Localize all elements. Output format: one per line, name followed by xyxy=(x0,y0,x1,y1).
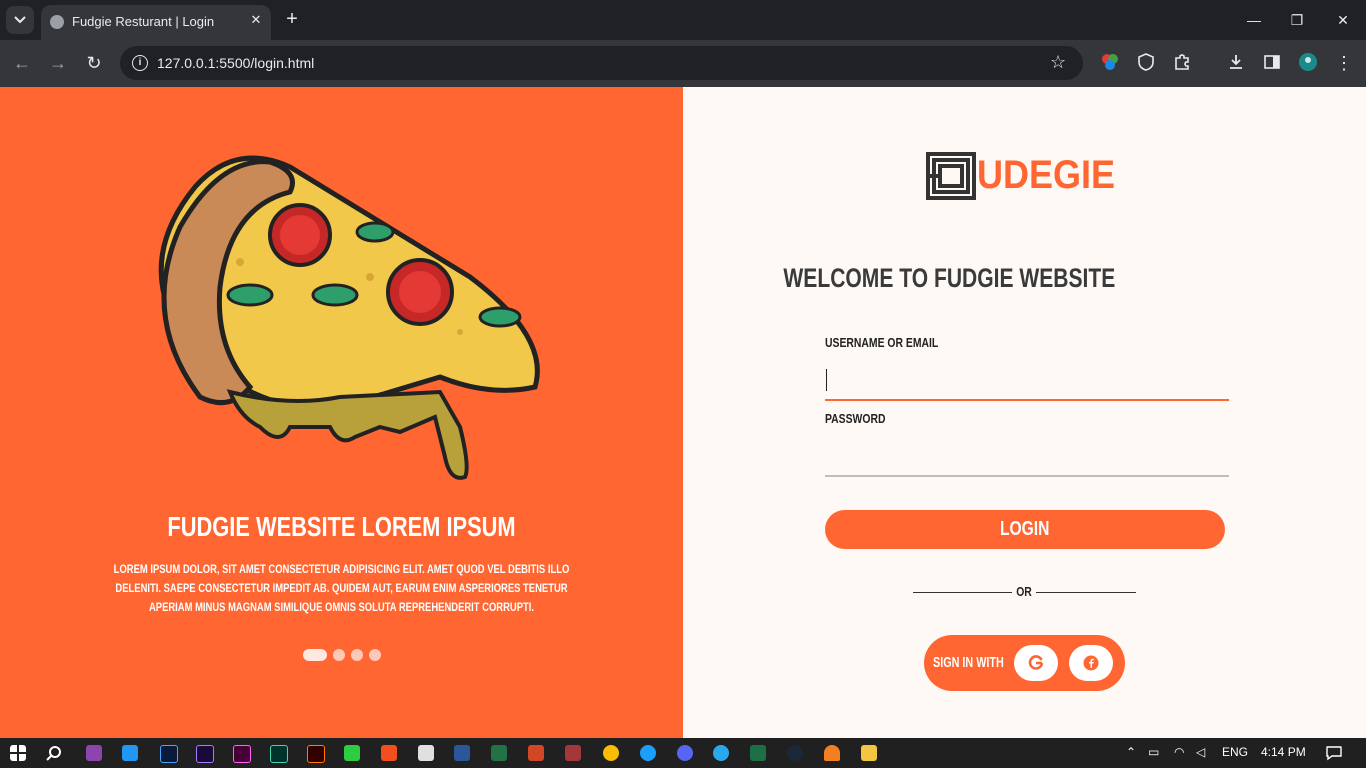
xd-icon[interactable] xyxy=(233,745,251,763)
profile-avatar-icon[interactable] xyxy=(1298,52,1318,72)
chrome-icon[interactable] xyxy=(603,745,619,761)
steam-icon[interactable] xyxy=(787,745,803,761)
facebook-icon xyxy=(1083,655,1099,671)
reload-button[interactable]: ↻ xyxy=(82,51,106,75)
browser-menu-button[interactable]: ⋮ xyxy=(1332,51,1356,75)
vscode-icon[interactable] xyxy=(122,745,138,761)
hero-panel: FUDGIE WEBSITE LOREM IPSUM LOREM IPSUM D… xyxy=(0,87,683,738)
download-icon[interactable] xyxy=(1226,52,1246,72)
volume-icon[interactable]: ◁ xyxy=(1196,745,1205,759)
photoshop-icon[interactable] xyxy=(160,745,178,763)
username-input[interactable] xyxy=(825,367,1229,401)
app-sheet-icon[interactable] xyxy=(750,745,766,761)
carousel-dot-1[interactable] xyxy=(303,649,327,661)
password-input[interactable] xyxy=(825,443,1229,477)
login-button[interactable]: LOGIN xyxy=(825,510,1225,549)
excel-icon[interactable] xyxy=(491,745,507,761)
google-icon xyxy=(1028,655,1044,670)
shield-extension-icon[interactable] xyxy=(1136,52,1156,72)
color-extension-icon[interactable] xyxy=(1100,52,1120,72)
login-form: USERNAME OR EMAIL PASSWORD LOGIN OR SIGN… xyxy=(683,87,1366,738)
app-icon[interactable] xyxy=(418,745,434,761)
divider-right xyxy=(1036,592,1136,593)
search-icon[interactable] xyxy=(46,745,62,761)
bookmark-star-icon[interactable]: ☆ xyxy=(1050,52,1066,73)
visual-studio-icon[interactable] xyxy=(86,745,102,761)
page-content: FUDGIE WEBSITE LOREM IPSUM LOREM IPSUM D… xyxy=(0,87,1366,738)
illustrator-icon[interactable] xyxy=(307,745,325,763)
pizza-slice-illustration xyxy=(158,155,540,480)
back-button[interactable]: ← xyxy=(10,51,34,75)
app-v-icon[interactable] xyxy=(640,745,656,761)
or-text: OR xyxy=(1016,584,1032,599)
sign-in-with-label: SIGN IN WITH xyxy=(933,654,1004,671)
carousel-dot-3[interactable] xyxy=(351,649,363,661)
browser-tab-bar: Fudgie Resturant | Login ✕ + — ❐ ✕ xyxy=(0,0,1366,40)
word-icon[interactable] xyxy=(454,745,470,761)
google-signin-button[interactable] xyxy=(1014,645,1058,681)
figma-icon[interactable] xyxy=(381,745,397,761)
windows-start-icon[interactable] xyxy=(10,745,26,761)
browser-toolbar: ← → ↻ i 127.0.0.1:5500/login.html ☆ ⋮ xyxy=(0,40,1366,87)
site-info-icon[interactable]: i xyxy=(132,55,148,71)
access-icon[interactable] xyxy=(565,745,581,761)
phone-link-icon[interactable] xyxy=(344,745,360,761)
battery-icon[interactable]: ▭ xyxy=(1148,745,1159,759)
chevron-down-icon xyxy=(14,16,26,24)
login-button-label: LOGIN xyxy=(1000,518,1050,540)
username-label: USERNAME OR EMAIL xyxy=(825,335,939,350)
carousel-dot-2[interactable] xyxy=(333,649,345,661)
premiere-icon[interactable] xyxy=(196,745,214,763)
powerpoint-icon[interactable] xyxy=(528,745,544,761)
facebook-signin-button[interactable] xyxy=(1069,645,1113,681)
hero-title: FUDGIE WEBSITE LOREM IPSUM xyxy=(167,511,516,542)
restore-button[interactable]: ❐ xyxy=(1286,9,1308,31)
globe-icon xyxy=(50,15,64,29)
wifi-icon[interactable]: ◠ xyxy=(1174,745,1184,759)
tab-search-button[interactable] xyxy=(6,6,34,34)
carousel-indicators xyxy=(303,649,381,661)
hero-description: LOREM IPSUM DOLOR, SIT AMET CONSECTETUR … xyxy=(113,564,570,614)
carousel-dot-4[interactable] xyxy=(369,649,381,661)
notifications-icon[interactable] xyxy=(1326,745,1342,761)
browser-tab[interactable]: Fudgie Resturant | Login ✕ xyxy=(41,5,271,40)
new-tab-button[interactable]: + xyxy=(283,8,301,32)
password-label: PASSWORD xyxy=(825,411,886,426)
animate-icon[interactable] xyxy=(270,745,288,763)
address-bar[interactable]: i 127.0.0.1:5500/login.html ☆ xyxy=(120,46,1083,80)
social-signin-group: SIGN IN WITH xyxy=(924,635,1125,691)
text-caret xyxy=(826,369,827,391)
divider-left xyxy=(913,592,1012,593)
tab-title: Fudgie Resturant | Login xyxy=(72,14,215,29)
windows-taskbar: ⌃ ▭ ◠ ◁ ENG 4:14 PM xyxy=(0,738,1366,768)
forward-button[interactable]: → xyxy=(46,51,70,75)
discord-icon[interactable] xyxy=(677,745,693,761)
telegram-icon[interactable] xyxy=(713,745,729,761)
close-window-button[interactable]: ✕ xyxy=(1332,9,1354,31)
cloudflare-icon[interactable] xyxy=(824,745,840,761)
side-panel-icon[interactable] xyxy=(1262,52,1282,72)
close-tab-icon[interactable]: ✕ xyxy=(245,9,267,31)
minimize-button[interactable]: — xyxy=(1243,9,1265,31)
url-text: 127.0.0.1:5500/login.html xyxy=(157,55,315,71)
language-indicator[interactable]: ENG xyxy=(1222,745,1248,759)
clock[interactable]: 4:14 PM xyxy=(1261,745,1306,759)
file-explorer-icon[interactable] xyxy=(861,745,877,761)
show-hidden-icons[interactable]: ⌃ xyxy=(1126,745,1136,759)
extensions-puzzle-icon[interactable] xyxy=(1172,52,1192,72)
